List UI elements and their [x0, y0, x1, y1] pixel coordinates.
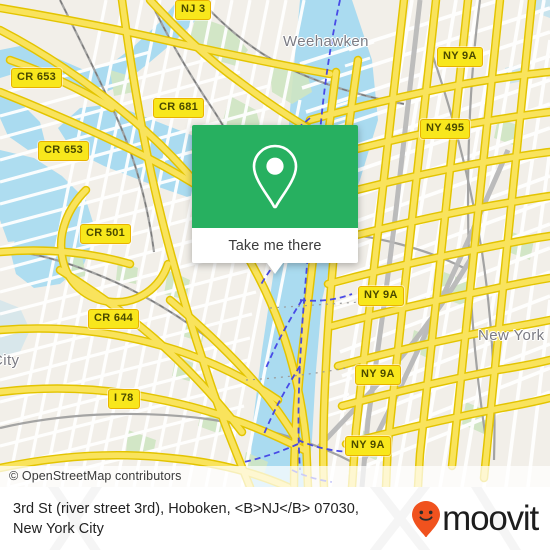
popup-header [192, 125, 358, 228]
popup-tail-pointer [267, 263, 283, 274]
popup-action[interactable]: Take me there [192, 228, 358, 263]
highway-shield: NY 495 [420, 119, 471, 139]
moovit-map-screenshot: NJ 3 NY 9A CR 653 NY 495 CR 681 CR 653 C… [0, 0, 550, 550]
highway-shield: I 78 [108, 389, 140, 409]
highway-shield: CR 653 [38, 141, 90, 161]
map-attribution[interactable]: © OpenStreetMap contributors [0, 466, 550, 487]
highway-shield: NY 9A [355, 365, 401, 385]
map-pin-icon [252, 144, 298, 208]
highway-shield: NJ 3 [175, 0, 212, 20]
highway-shield: CR 644 [88, 309, 140, 329]
moovit-pin-icon [412, 500, 441, 537]
take-me-there-label: Take me there [228, 237, 322, 254]
highway-shield: CR 501 [80, 224, 132, 244]
map-popup-card[interactable]: Take me there [192, 125, 358, 274]
address-text: 3rd St (river street 3rd), Hoboken, <B>N… [13, 499, 411, 539]
highway-shield: NY 9A [358, 286, 404, 306]
highway-shield: NY 9A [345, 436, 391, 456]
highway-shield: CR 681 [153, 98, 205, 118]
moovit-logo[interactable]: moovit [411, 500, 544, 538]
highway-shield: NY 9A [437, 47, 483, 67]
address-line-1: 3rd St (river street 3rd), Hoboken, <B>N… [13, 500, 359, 517]
address-line-2: New York City [13, 520, 104, 537]
highway-shield: CR 653 [11, 68, 63, 88]
footer-bar: 3rd St (river street 3rd), Hoboken, <B>N… [0, 487, 550, 550]
moovit-wordmark: moovit [442, 499, 539, 538]
